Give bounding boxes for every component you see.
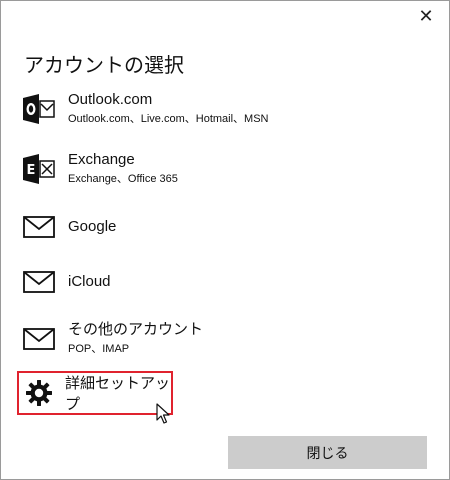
account-option-label: iCloud bbox=[68, 273, 111, 290]
advanced-setup-option[interactable]: 詳細セットアップ bbox=[17, 371, 173, 415]
account-option-sub: Exchange、Office 365 bbox=[68, 173, 178, 185]
gear-icon bbox=[25, 378, 53, 408]
mail-icon bbox=[22, 322, 56, 356]
account-option-outlook[interactable]: Outlook.com Outlook.com、Live.com、Hotmail… bbox=[22, 87, 269, 131]
account-option-exchange[interactable]: E Exchange Exchange、Office 365 bbox=[22, 147, 178, 191]
account-option-google[interactable]: Google bbox=[22, 205, 116, 249]
svg-text:E: E bbox=[27, 163, 36, 178]
account-option-icloud[interactable]: iCloud bbox=[22, 260, 111, 304]
account-option-label: Exchange bbox=[68, 151, 135, 168]
outlook-icon bbox=[22, 92, 56, 126]
account-option-other[interactable]: その他のアカウント POP、IMAP bbox=[22, 317, 203, 361]
account-option-label: その他のアカウント bbox=[68, 321, 204, 338]
mail-icon bbox=[22, 210, 56, 244]
mouse-cursor-icon bbox=[156, 403, 170, 430]
dialog-title: アカウントの選択 bbox=[24, 55, 184, 77]
mail-icon bbox=[22, 265, 56, 299]
account-option-sub: Outlook.com、Live.com、Hotmail、MSN bbox=[68, 113, 269, 125]
account-option-label: Google bbox=[68, 218, 117, 235]
close-icon[interactable]: ✕ bbox=[415, 5, 437, 27]
account-selection-dialog: ✕ アカウントの選択 Outlook.com Outlook.com、Live.… bbox=[0, 0, 450, 480]
account-option-sub: POP、IMAP bbox=[68, 343, 130, 355]
exchange-icon: E bbox=[22, 152, 56, 186]
close-button[interactable]: 閉じる bbox=[228, 436, 427, 469]
account-option-label: Outlook.com bbox=[68, 91, 153, 108]
